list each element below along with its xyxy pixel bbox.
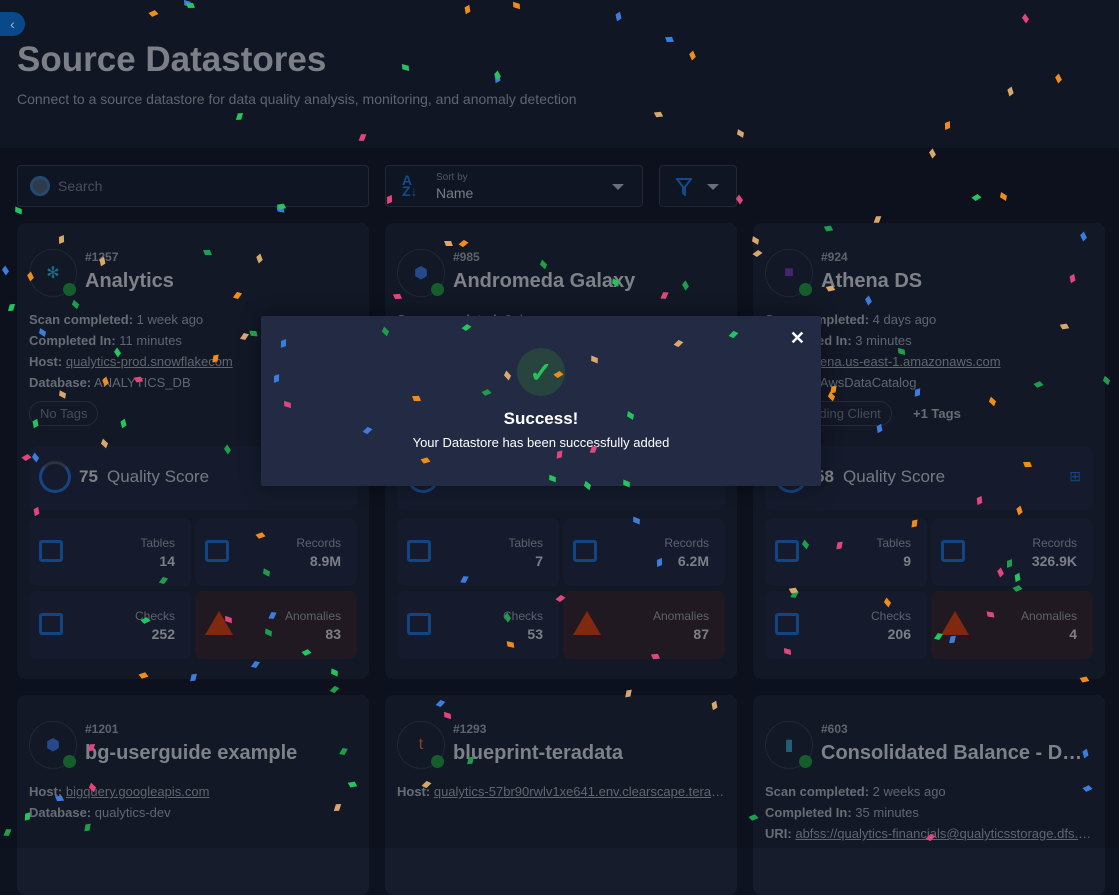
- success-dialog: ✓ ✕ Success! Your Datastore has been suc…: [261, 316, 821, 486]
- confetti-piece: [411, 395, 421, 402]
- confetti-piece: [24, 811, 31, 821]
- confetti-piece: [556, 449, 563, 459]
- confetti-piece: [664, 36, 674, 42]
- confetti-piece: [443, 240, 453, 246]
- dialog-title: Success!: [503, 409, 579, 428]
- dialog-message: Your Datastore has been successfully add…: [412, 435, 670, 450]
- confetti-piece: [392, 293, 402, 300]
- confetti-piece: [1022, 462, 1032, 468]
- confetti-piece: [386, 194, 393, 204]
- confetti-piece: [249, 330, 258, 337]
- confetti-piece: [211, 354, 219, 362]
- close-icon[interactable]: ✕: [790, 328, 805, 349]
